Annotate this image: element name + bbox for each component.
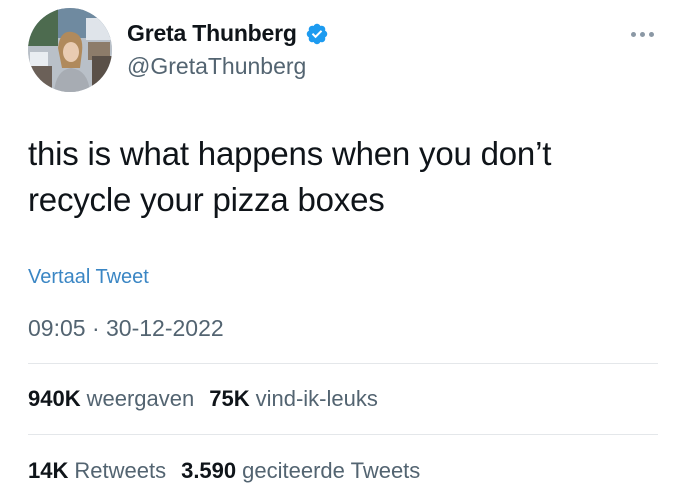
more-dot — [648, 31, 654, 37]
stats-row-retweets-quotes: 14K Retweets 3.590 geciteerde Tweets — [28, 458, 435, 484]
more-options-icon[interactable] — [626, 22, 658, 46]
author-handle[interactable]: @GretaThunberg — [127, 53, 306, 80]
quote-tweets-count: 3.590 — [181, 458, 237, 483]
views-count: 940K — [28, 386, 81, 411]
avatar-photo — [28, 8, 112, 92]
retweets-stat[interactable]: 14K Retweets — [28, 458, 166, 484]
quote-tweets-label: geciteerde Tweets — [242, 458, 421, 483]
likes-label: vind-ik-leuks — [255, 386, 378, 411]
tweet-card: Greta Thunberg @GretaThunberg this is wh… — [0, 0, 686, 500]
timestamp[interactable]: 09:05 · 30-12-2022 — [28, 315, 224, 342]
author-name-row[interactable]: Greta Thunberg — [127, 20, 329, 47]
retweets-label: Retweets — [74, 458, 167, 483]
tweet-text-line: this is what happens when you don’t — [28, 135, 552, 172]
likes-count: 75K — [209, 386, 250, 411]
divider — [28, 434, 658, 435]
views-label: weergaven — [86, 386, 195, 411]
quote-tweets-stat[interactable]: 3.590 geciteerde Tweets — [181, 458, 420, 484]
verified-badge-icon — [306, 23, 327, 44]
timestamp-separator: · — [85, 315, 107, 341]
tweet-text: this is what happens when you don’t recy… — [28, 131, 648, 223]
divider — [28, 363, 658, 364]
display-name[interactable]: Greta Thunberg — [127, 20, 297, 47]
more-dot — [630, 31, 636, 37]
retweets-count: 14K — [28, 458, 69, 483]
tweet-time: 09:05 — [28, 315, 86, 341]
likes-stat[interactable]: 75K vind-ik-leuks — [209, 386, 378, 412]
more-dot — [639, 31, 645, 37]
avatar[interactable] — [28, 8, 112, 92]
tweet-text-line: recycle your pizza boxes — [28, 181, 385, 218]
views-stat: 940K weergaven — [28, 386, 194, 412]
tweet-date: 30-12-2022 — [106, 315, 224, 341]
stats-row-views-likes: 940K weergaven 75K vind-ik-leuks — [28, 386, 393, 412]
translate-tweet-link[interactable]: Vertaal Tweet — [28, 266, 149, 289]
